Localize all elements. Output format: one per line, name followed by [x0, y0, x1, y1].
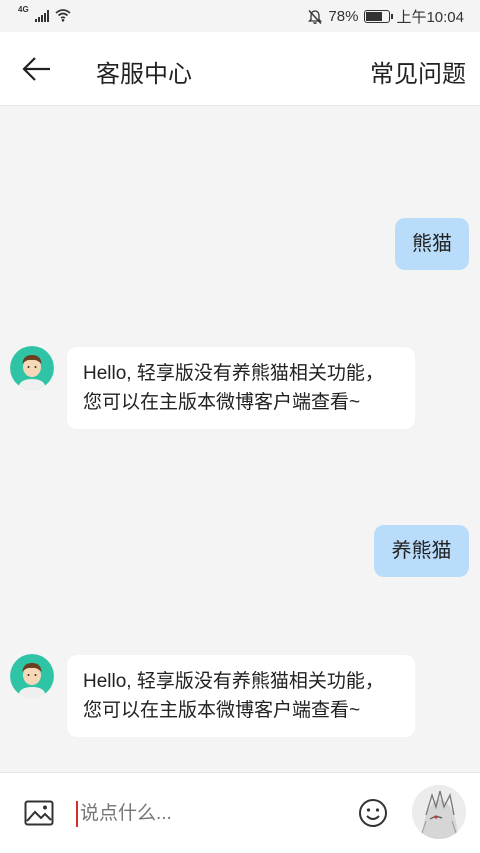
- status-bar: 4G 78% 上午10:04: [0, 0, 480, 32]
- wifi-icon: [55, 9, 71, 22]
- battery-percent: 78%: [328, 8, 359, 25]
- input-bar: [0, 772, 480, 853]
- clock: 上午10:04: [396, 9, 464, 26]
- agent-message-bubble[interactable]: Hello, 轻享版没有养熊猫相关功能，您可以在主版本微博客户端查看~: [67, 655, 415, 737]
- agent-avatar[interactable]: [10, 346, 54, 390]
- network-type: 4G: [18, 5, 29, 14]
- header: 客服中心 常见问题: [0, 32, 480, 106]
- page-title: 客服中心: [96, 61, 192, 88]
- text-caret: [76, 801, 78, 827]
- battery-icon: [364, 10, 394, 23]
- agent-message-bubble[interactable]: Hello, 轻享版没有养熊猫相关功能，您可以在主版本微博客户端查看~: [67, 347, 415, 429]
- image-icon[interactable]: [24, 800, 54, 826]
- signal-icon: [34, 10, 49, 22]
- message-input[interactable]: [76, 799, 336, 829]
- faq-link[interactable]: 常见问题: [370, 54, 466, 89]
- back-arrow-icon[interactable]: [20, 54, 54, 84]
- status-right: 78% 上午10:04: [308, 6, 464, 27]
- status-left: 4G: [18, 5, 71, 22]
- chat-list[interactable]: 熊猫 Hello, 轻享版没有养熊猫相关功能，您可以在主版本微博客户端查看~ 养…: [0, 106, 480, 772]
- user-message-bubble[interactable]: 养熊猫: [374, 525, 469, 577]
- battery-fill: [366, 12, 383, 21]
- emoji-icon[interactable]: [358, 798, 388, 828]
- user-avatar[interactable]: [412, 785, 466, 839]
- mute-bell-icon: [308, 9, 323, 24]
- agent-avatar[interactable]: [10, 654, 54, 698]
- user-message-bubble[interactable]: 熊猫: [395, 218, 469, 270]
